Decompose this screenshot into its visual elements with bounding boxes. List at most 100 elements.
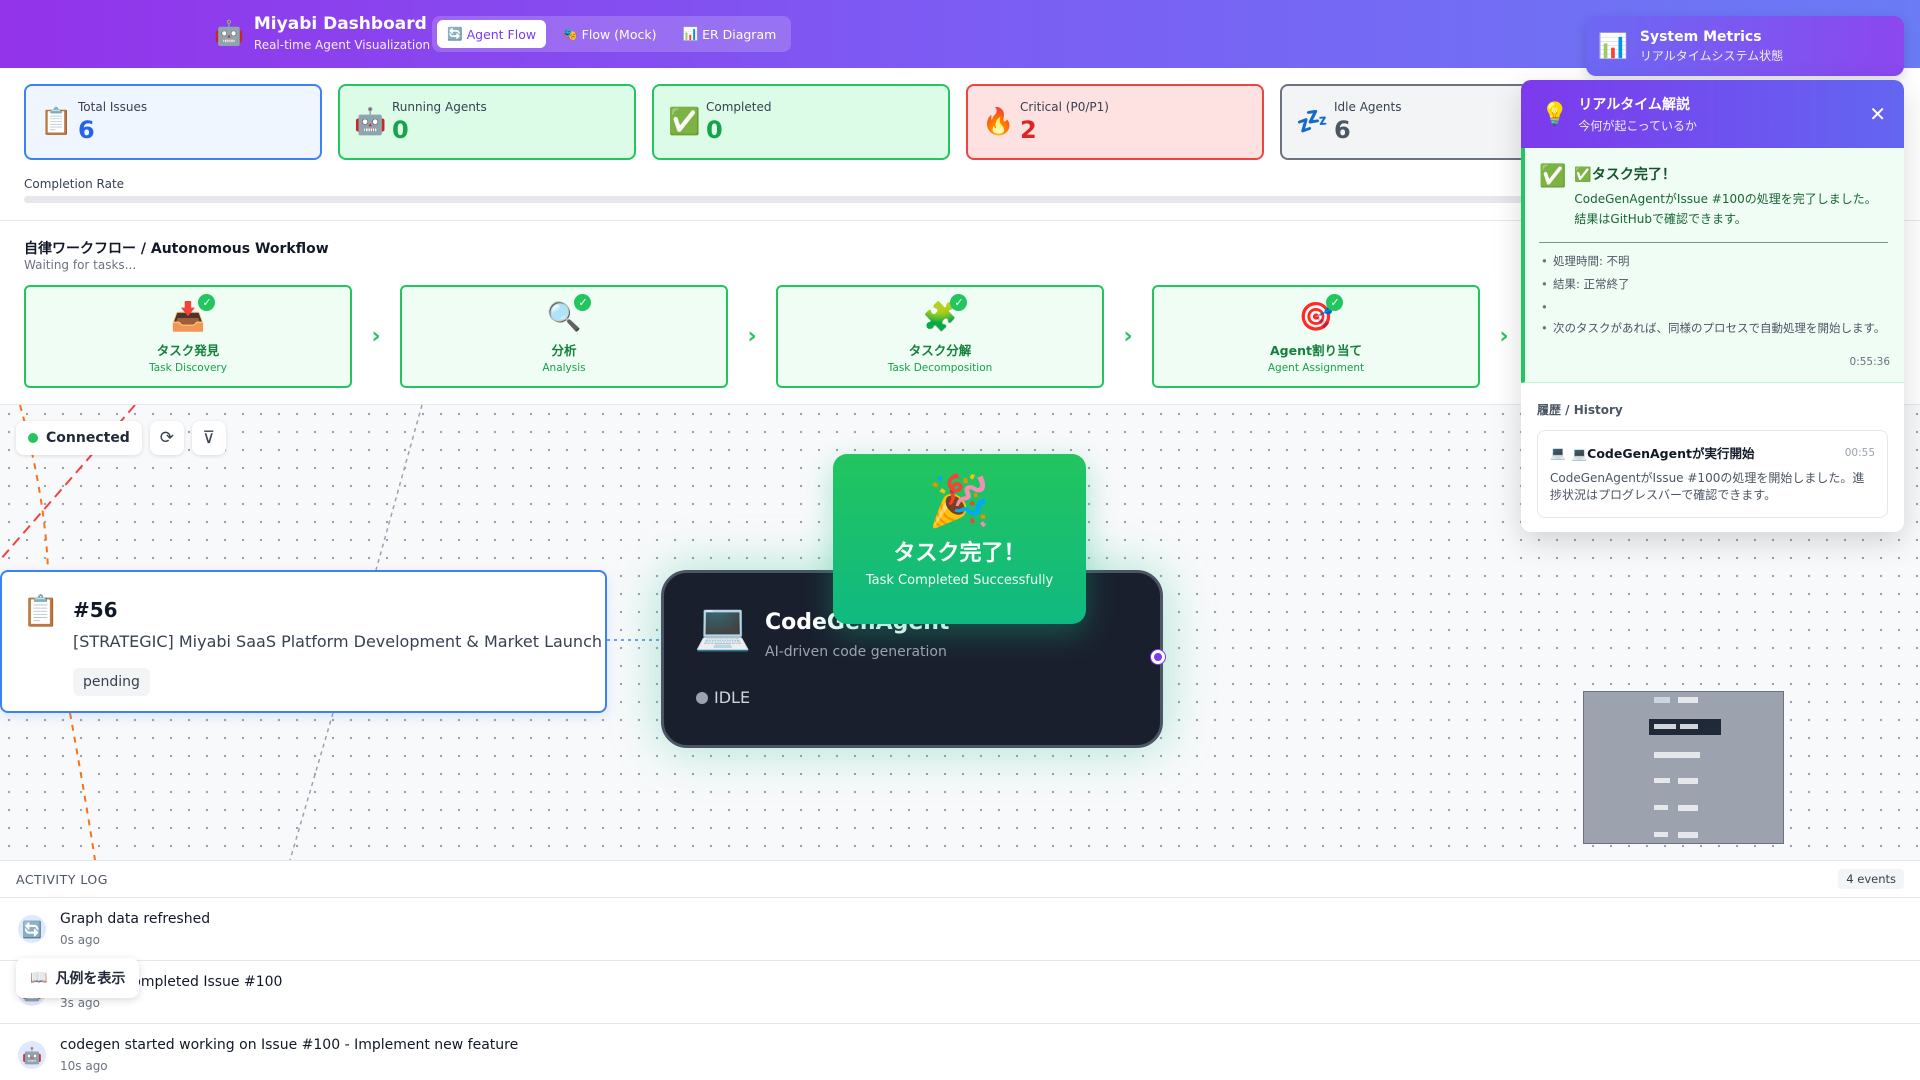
- history-item-title: 💻CodeGenAgentが実行開始: [1571, 446, 1755, 461]
- legend-button-label: 凡例を表示: [55, 971, 126, 987]
- step-label-jp: タスク発見: [156, 342, 220, 358]
- tab-flow-mock[interactable]: 🎭 Flow (Mock): [552, 20, 666, 48]
- stat-value: 6: [78, 116, 95, 144]
- event-description: CodeGenAgentがIssue #100の処理を完了しました。結果はGit…: [1574, 192, 1877, 226]
- issue-node[interactable]: 📋 #56 [STRATEGIC] Miyabi SaaS Platform D…: [0, 570, 607, 713]
- stat-value: 0: [706, 116, 723, 144]
- laptop-icon: 💻: [694, 599, 752, 653]
- agent-output-handle[interactable]: [1151, 650, 1165, 664]
- step-label-jp: タスク分解: [908, 342, 972, 358]
- list-item: 🔄 Graph data refreshed 0s ago: [0, 898, 1920, 961]
- tab-label: Flow (Mock): [581, 26, 657, 42]
- panel-title: リアルタイム解説: [1578, 97, 1690, 113]
- edge-dependency: [375, 405, 423, 571]
- stat-total-issues: 📋 Total Issues 6: [24, 84, 322, 160]
- stat-value: 6: [1334, 116, 1351, 144]
- workflow-step-assignment: 🎯 ✓ Agent割り当て Agent Assignment: [1152, 285, 1480, 388]
- detail-item: [1539, 299, 1888, 315]
- edge-priority: [69, 712, 96, 860]
- issue-number: #56: [73, 598, 118, 622]
- stat-running-agents: 🤖 Running Agents 0: [338, 84, 636, 160]
- stats-row: 📋 Total Issues 6 🤖 Running Agents 0 ✅ Co…: [24, 84, 1578, 160]
- brand: 🤖 Miyabi Dashboard Real-time Agent Visua…: [214, 14, 430, 52]
- panel-header: 💡 リアルタイム解説 今何が起こっているか ✕: [1521, 80, 1904, 148]
- stat-label: Total Issues: [78, 100, 148, 114]
- filter-icon: ⊽: [202, 428, 216, 448]
- close-icon[interactable]: ✕: [1869, 102, 1886, 126]
- history-item[interactable]: 💻 💻CodeGenAgentが実行開始 00:55 CodeGenAgentが…: [1537, 430, 1888, 518]
- divider: [1539, 241, 1888, 243]
- book-icon: 📖: [30, 970, 48, 986]
- log-time: 3s ago: [60, 996, 101, 1010]
- robot-icon: 🤖: [354, 107, 387, 137]
- event-count-badge: 4 events: [1838, 869, 1904, 889]
- chart-icon: 📊: [682, 26, 699, 41]
- completion-rate-bar: [24, 196, 1524, 203]
- detail-item: 次のタスクがあれば、同様のプロセスで自動処理を開始します。: [1539, 320, 1888, 336]
- stat-label: Running Agents: [392, 100, 487, 114]
- tab-er-diagram[interactable]: 📊 ER Diagram: [672, 20, 786, 48]
- status-dot: [696, 691, 708, 704]
- edge-dependency: [289, 712, 334, 860]
- robot-icon: 🤖: [18, 1041, 46, 1069]
- realtime-explanation-panel: 💡 リアルタイム解説 今何が起こっているか ✕ ✅ ✅タスク完了！ CodeGe…: [1521, 80, 1904, 532]
- sleep-icon: 💤: [1296, 107, 1329, 137]
- minimap[interactable]: [1583, 691, 1784, 844]
- metrics-title: System Metrics: [1639, 28, 1762, 45]
- history-item-time: 00:55: [1844, 447, 1875, 459]
- stat-label: Critical (P0/P1): [1020, 100, 1109, 114]
- refresh-button[interactable]: ⟳: [149, 421, 184, 455]
- status-badge: pending: [73, 668, 150, 696]
- step-label-en: Agent Assignment: [1267, 361, 1365, 374]
- workflow-step-discovery: 📥 ✓ タスク発見 Task Discovery: [24, 285, 352, 388]
- fire-icon: 🔥: [982, 107, 1015, 137]
- current-event: ✅ ✅タスク完了！ CodeGenAgentがIssue #100の処理を完了し…: [1521, 148, 1904, 383]
- check-icon: ✓: [574, 293, 592, 311]
- event-timestamp: 0:55:36: [1849, 356, 1890, 368]
- stat-value: 0: [392, 116, 409, 144]
- robot-icon: 🤖: [214, 19, 244, 47]
- step-label-en: Task Discovery: [149, 361, 227, 374]
- toast-subtitle: Task Completed Successfully: [865, 573, 1054, 588]
- clipboard-icon: 📋: [40, 107, 73, 137]
- detail-item: 結果: 正常終了: [1539, 276, 1888, 292]
- app-title: Miyabi Dashboard: [253, 14, 427, 34]
- history-item-description: CodeGenAgentがIssue #100の処理を開始しました。進捗状況はプ…: [1550, 471, 1865, 503]
- list-item: 🤖 codegen completed Issue #100 3s ago: [0, 961, 1920, 1024]
- completion-rate-label: Completion Rate: [24, 177, 125, 191]
- tab-agent-flow[interactable]: 🔄 Agent Flow: [437, 20, 547, 48]
- refresh-icon: ⟳: [159, 428, 174, 448]
- log-time: 10s ago: [60, 1059, 108, 1073]
- view-tabs: 🔄 Agent Flow 🎭 Flow (Mock) 📊 ER Diagram: [432, 16, 792, 52]
- panel-subtitle: 今何が起こっているか: [1578, 119, 1697, 133]
- toast-title: タスク完了！: [893, 541, 1026, 566]
- log-time: 0s ago: [60, 933, 101, 947]
- laptop-icon: 💻: [1550, 444, 1566, 460]
- activity-log: ACTIVITY LOG 4 events 🔄 Graph data refre…: [0, 860, 1920, 1080]
- log-message: codegen started working on Issue #100 - …: [60, 1037, 519, 1053]
- agent-description: AI-driven code generation: [765, 644, 947, 660]
- lightbulb-icon: 💡: [1541, 101, 1569, 127]
- task-complete-toast: 🎉 タスク完了！ Task Completed Successfully: [833, 454, 1086, 624]
- tab-label: ER Diagram: [702, 26, 777, 42]
- mask-icon: 🎭: [562, 26, 578, 41]
- stat-value: 2: [1020, 116, 1037, 144]
- step-label-jp: 分析: [551, 342, 577, 358]
- connection-label: Connected: [46, 430, 130, 446]
- system-metrics-button[interactable]: 📊 System Metrics リアルタイムシステム状態: [1586, 16, 1904, 76]
- check-icon: ✓: [1326, 293, 1344, 311]
- party-popper-icon: 🎉: [928, 472, 991, 530]
- workflow-title: 自律ワークフロー / Autonomous Workflow: [24, 241, 329, 257]
- check-icon: ✅: [1539, 164, 1567, 189]
- connection-status: Connected: [16, 421, 142, 455]
- show-legend-button[interactable]: 📖 凡例を表示: [16, 958, 140, 998]
- stat-label: Idle Agents: [1334, 100, 1402, 114]
- event-details: 処理時間: 不明 結果: 正常終了 次のタスクがあれば、同様のプロセスで自動処理…: [1539, 253, 1888, 336]
- filter-button[interactable]: ⊽: [191, 421, 226, 455]
- event-title: ✅タスク完了！: [1574, 167, 1676, 183]
- history-title: 履歴 / History: [1537, 403, 1623, 417]
- chart-icon: 📊: [1598, 32, 1628, 60]
- step-label-jp: Agent割り当て: [1270, 342, 1362, 358]
- check-icon: ✓: [950, 293, 968, 311]
- step-label-en: Task Decomposition: [887, 361, 993, 374]
